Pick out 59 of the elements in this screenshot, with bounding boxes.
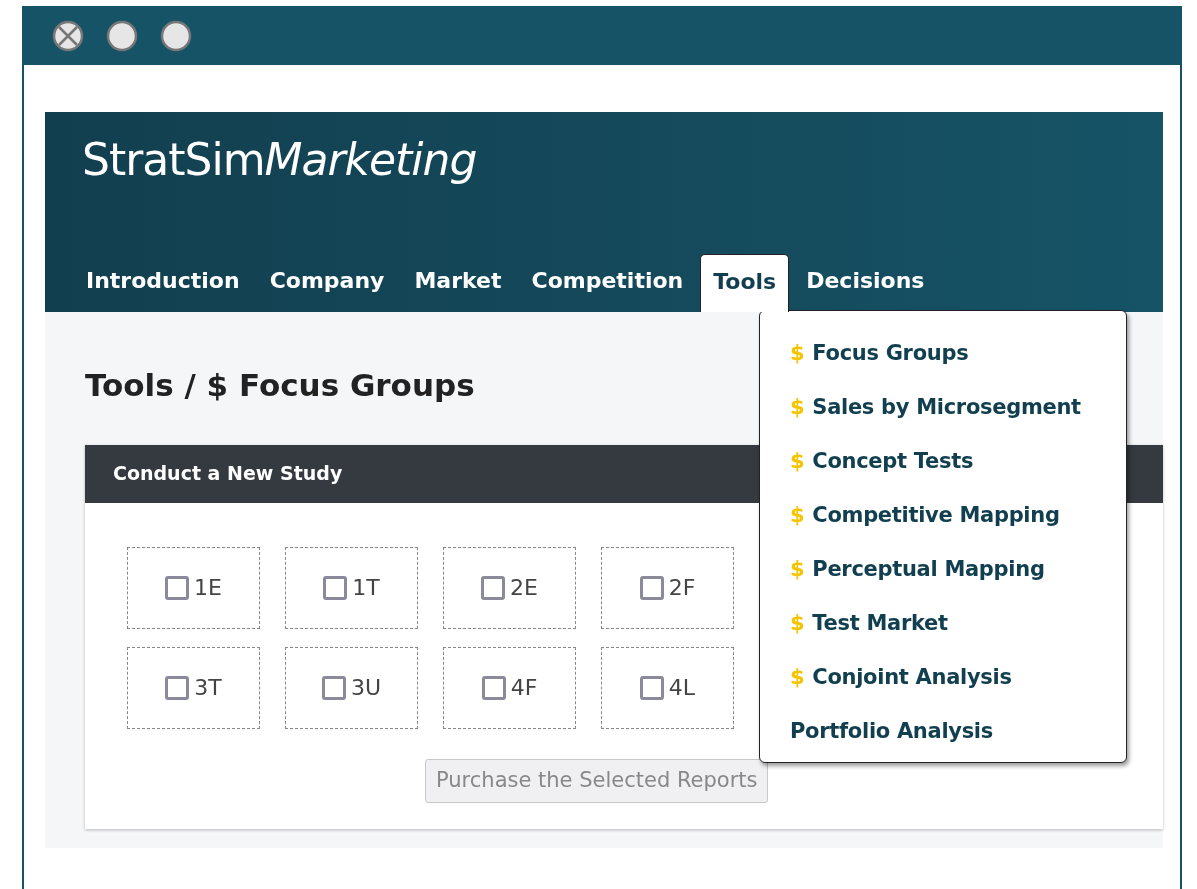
card-title: Conduct a New Study — [113, 461, 343, 487]
checkbox[interactable] — [165, 575, 190, 600]
nav-tab[interactable]: Company — [256, 253, 398, 312]
menu-item[interactable]: $ Competitive Mapping — [790, 489, 1060, 543]
report-option[interactable]: 2F — [601, 546, 734, 629]
checkbox[interactable] — [165, 675, 190, 700]
option-label: 3T — [194, 674, 222, 702]
menu-item-label: Perceptual Mapping — [812, 556, 1045, 584]
option-label: 4F — [510, 674, 538, 702]
menu-item-label: Conjoint Analysis — [812, 664, 1012, 692]
menu-item-label: Focus Groups — [812, 340, 969, 368]
price-mark: $ — [790, 664, 805, 692]
app-logo: StratSimMarketing — [81, 133, 477, 182]
report-option[interactable]: 2E — [443, 546, 576, 629]
option-label: 3U — [350, 674, 382, 702]
price-mark: $ — [790, 502, 805, 530]
menu-item[interactable]: $ Perceptual Mapping — [790, 543, 1045, 597]
checkbox[interactable] — [481, 575, 506, 600]
nav-tab[interactable]: Market — [401, 253, 515, 312]
option-label: 2E — [510, 574, 538, 602]
checkbox[interactable] — [321, 675, 346, 700]
checkbox[interactable] — [639, 575, 664, 600]
menu-item-label: Test Market — [812, 610, 948, 638]
menu-item[interactable]: $ Conjoint Analysis — [790, 651, 1012, 705]
price-mark: $ — [790, 340, 805, 368]
menu-item[interactable]: $ Sales by Microsegment — [790, 381, 1081, 435]
menu-item-label: Concept Tests — [812, 448, 974, 476]
menu-item[interactable]: $ Concept Tests — [790, 435, 974, 489]
menu-item-label: Portfolio Analysis — [790, 718, 993, 746]
nav-tab[interactable]: Introduction — [73, 253, 253, 312]
close-icon[interactable] — [52, 19, 84, 52]
nav-tab[interactable]: Tools — [700, 254, 790, 312]
option-label: 1T — [352, 574, 380, 602]
option-label: 1E — [194, 574, 222, 602]
report-option[interactable]: 3T — [127, 646, 260, 729]
price-mark: $ — [790, 610, 805, 638]
report-option[interactable]: 4L — [601, 646, 734, 729]
report-option[interactable]: 3U — [285, 646, 418, 729]
report-option[interactable]: 1T — [285, 546, 418, 629]
checkbox[interactable] — [323, 575, 348, 600]
price-mark: $ — [790, 394, 805, 422]
window-button-icon[interactable] — [160, 19, 192, 52]
checkbox[interactable] — [481, 675, 506, 700]
menu-item-label: Competitive Mapping — [812, 502, 1060, 530]
nav-tab[interactable]: Decisions — [793, 253, 938, 312]
menu-item-label: Sales by Microsegment — [812, 394, 1081, 422]
nav-tab[interactable]: Competition — [518, 253, 697, 312]
menu-item[interactable]: Portfolio Analysis — [790, 705, 993, 759]
option-label: 4L — [668, 674, 696, 702]
checkbox[interactable] — [639, 675, 664, 700]
menu-item[interactable]: $ Focus Groups — [790, 327, 969, 381]
option-label: 2F — [668, 574, 696, 602]
report-option[interactable]: 4F — [443, 646, 576, 729]
page-title: Tools / $ Focus Groups — [84, 366, 475, 405]
menu-item[interactable]: $ Test Market — [790, 597, 948, 651]
report-option[interactable]: 1E — [127, 546, 260, 629]
window-button-icon[interactable] — [106, 19, 138, 52]
price-mark: $ — [790, 448, 805, 476]
price-mark: $ — [790, 556, 805, 584]
